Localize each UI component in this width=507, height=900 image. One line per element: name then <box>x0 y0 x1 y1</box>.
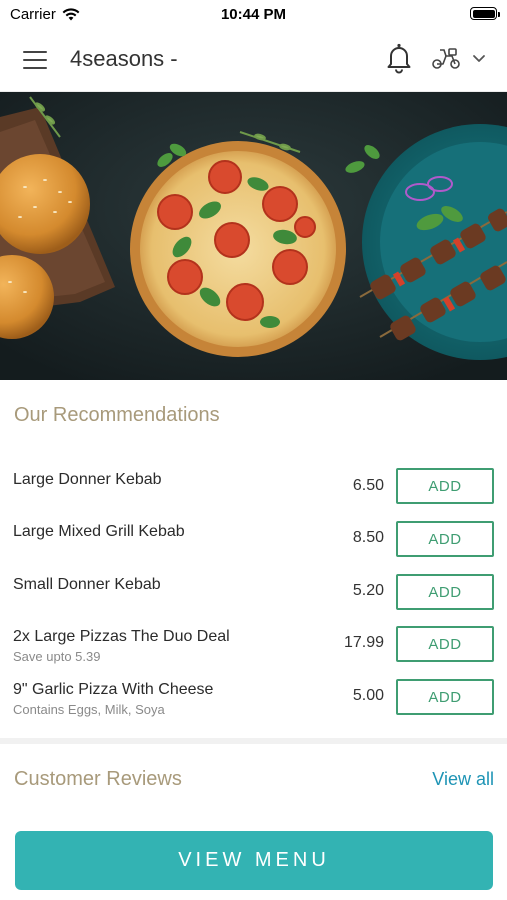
battery-icon <box>470 7 500 20</box>
item-name: 2x Large Pizzas The Duo Deal <box>13 628 230 645</box>
bell-icon[interactable] <box>384 42 414 74</box>
item-price: 5.20 <box>352 582 384 599</box>
recommendation-item: 2x Large Pizzas The Duo Deal Save upto 5… <box>0 624 507 676</box>
add-button[interactable]: ADD <box>396 574 494 610</box>
view-menu-button[interactable]: VIEW MENU <box>15 831 493 890</box>
item-allergens: Contains Eggs, Milk, Soya <box>13 702 165 717</box>
section-divider <box>0 738 507 744</box>
item-name: Large Mixed Grill Kebab <box>13 523 185 540</box>
status-bar: Carrier 10:44 PM <box>0 0 507 28</box>
food-banner-image <box>0 92 507 380</box>
item-name: 9" Garlic Pizza With Cheese <box>13 681 214 698</box>
recommendations-heading: Our Recommendations <box>14 404 220 426</box>
item-note: Save upto 5.39 <box>13 649 101 664</box>
recommendation-item: 9" Garlic Pizza With Cheese Contains Egg… <box>0 677 507 729</box>
view-all-reviews-link[interactable]: View all <box>432 769 494 790</box>
add-button[interactable]: ADD <box>396 626 494 662</box>
menu-icon[interactable] <box>23 51 47 69</box>
item-name: Large Donner Kebab <box>13 471 162 488</box>
clock: 10:44 PM <box>220 6 287 23</box>
recommendation-item: Large Mixed Grill Kebab 8.50 ADD <box>0 519 507 571</box>
item-name: Small Donner Kebab <box>13 576 161 593</box>
reviews-heading: Customer Reviews <box>14 768 182 790</box>
restaurant-title: 4seasons - <box>70 46 178 71</box>
app-header: 4seasons - <box>0 28 507 92</box>
scooter-icon[interactable] <box>430 44 462 72</box>
add-button[interactable]: ADD <box>396 468 494 504</box>
item-price: 5.00 <box>352 687 384 704</box>
hero-banner <box>0 92 507 380</box>
chevron-down-icon[interactable] <box>472 52 486 64</box>
recommendation-item: Large Donner Kebab 6.50 ADD <box>0 466 507 518</box>
item-price: 8.50 <box>352 529 384 546</box>
add-button[interactable]: ADD <box>396 679 494 715</box>
add-button[interactable]: ADD <box>396 521 494 557</box>
item-price: 17.99 <box>343 634 384 651</box>
recommendation-item: Small Donner Kebab 5.20 ADD <box>0 572 507 624</box>
item-price: 6.50 <box>352 477 384 494</box>
